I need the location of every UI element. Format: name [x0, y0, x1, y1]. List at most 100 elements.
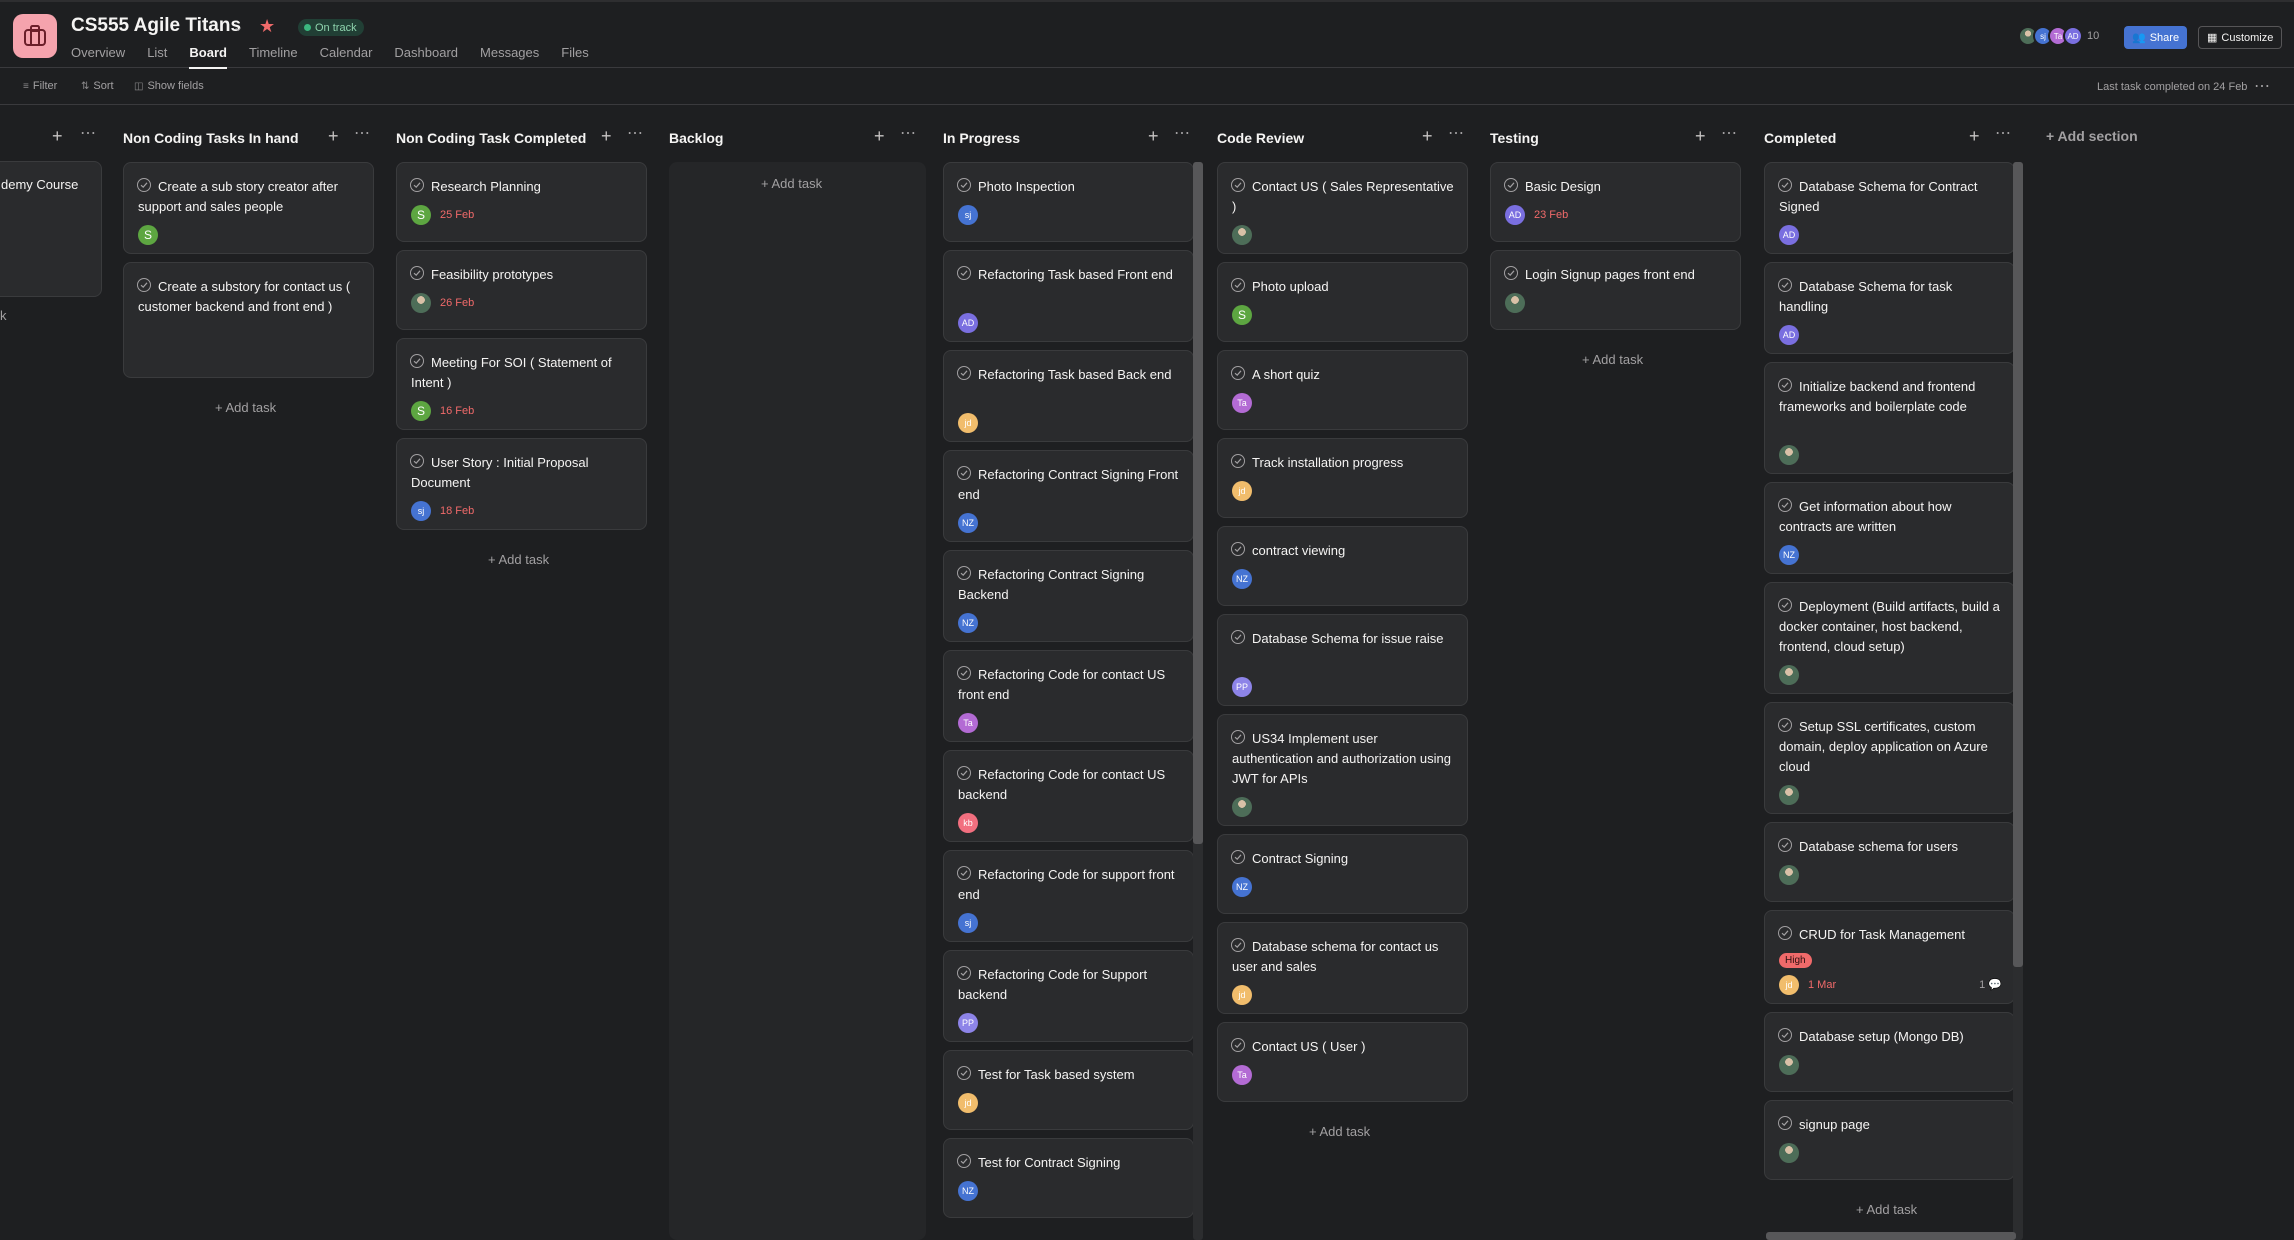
tab-overview[interactable]: Overview: [71, 45, 125, 69]
task-card[interactable]: Database schema for users: [1764, 822, 2015, 902]
more-options-icon[interactable]: ⋯: [2254, 76, 2271, 96]
task-card[interactable]: Research Planning S 25 Feb: [396, 162, 647, 242]
avatar[interactable]: [1779, 785, 1799, 805]
task-card[interactable]: Setup SSL certificates, custom domain, d…: [1764, 702, 2015, 814]
task-card[interactable]: Refactoring Task based Back end jd: [943, 350, 1194, 442]
column-header[interactable]: In Progress: [943, 128, 1020, 148]
column-header[interactable]: Backlog: [669, 128, 723, 148]
avatar[interactable]: NZ: [958, 1181, 978, 1201]
task-card[interactable]: Refactoring Code for contact US backend k…: [943, 750, 1194, 842]
task-card[interactable]: Refactoring Code for Support backend PP: [943, 950, 1194, 1042]
task-card[interactable]: signup page: [1764, 1100, 2015, 1180]
avatar[interactable]: jd: [1232, 481, 1252, 501]
avatar[interactable]: NZ: [1232, 877, 1252, 897]
avatar[interactable]: jd: [958, 1093, 978, 1113]
due-date[interactable]: 1 Mar: [1808, 979, 1836, 991]
avatar[interactable]: [1779, 445, 1799, 465]
comment-count[interactable]: 1 💬: [1979, 978, 2002, 991]
project-title[interactable]: CS555 Agile Titans: [71, 15, 241, 37]
avatar[interactable]: S: [411, 205, 431, 225]
tab-list[interactable]: List: [147, 45, 167, 69]
add-card-icon[interactable]: +: [1422, 126, 1433, 146]
task-card[interactable]: Refactoring Contract Signing Backend NZ: [943, 550, 1194, 642]
column-title[interactable]: In Progress: [943, 130, 1020, 146]
add-card-icon[interactable]: +: [328, 126, 339, 146]
task-card[interactable]: Database Schema for issue raise PP: [1217, 614, 1468, 706]
due-date[interactable]: 26 Feb: [440, 297, 474, 309]
task-card[interactable]: Track installation progress jd: [1217, 438, 1468, 518]
avatar[interactable]: AD: [1505, 205, 1525, 225]
column-header[interactable]: Completed: [1764, 128, 1836, 148]
avatar[interactable]: Ta: [1232, 1065, 1252, 1085]
avatar[interactable]: AD: [1779, 325, 1799, 345]
task-card[interactable]: Initialize backend and frontend framewor…: [1764, 362, 2015, 474]
avatar[interactable]: sj: [958, 205, 978, 225]
task-card[interactable]: User Story : Initial Proposal Document sj…: [396, 438, 647, 530]
tab-board[interactable]: Board: [189, 45, 227, 69]
tab-calendar[interactable]: Calendar: [320, 45, 373, 69]
column-menu-icon[interactable]: ⋯: [1448, 124, 1465, 144]
task-card[interactable]: A short quiz Ta: [1217, 350, 1468, 430]
column-title[interactable]: Code Review: [1217, 130, 1304, 146]
share-button[interactable]: 👥 Share: [2124, 26, 2188, 49]
add-card-icon[interactable]: +: [601, 126, 612, 146]
avatar[interactable]: jd: [1232, 985, 1252, 1005]
chevron-down-icon[interactable]: ⌄: [233, 20, 249, 34]
task-card[interactable]: Database Schema for task handling AD: [1764, 262, 2015, 354]
task-card[interactable]: Database Schema for Contract Signed AD: [1764, 162, 2015, 254]
task-card[interactable]: Refactoring Task based Front end AD: [943, 250, 1194, 342]
task-card[interactable]: Test for Contract Signing NZ: [943, 1138, 1194, 1218]
avatar[interactable]: AD: [958, 313, 978, 333]
task-card[interactable]: Database schema for contact us user and …: [1217, 922, 1468, 1014]
avatar[interactable]: NZ: [958, 513, 978, 533]
avatar[interactable]: [411, 293, 431, 313]
task-card[interactable]: CRUD for Task Management High jd 1 Mar 1 💬: [1764, 910, 2015, 1004]
star-icon[interactable]: ★: [259, 16, 275, 36]
tab-files[interactable]: Files: [561, 45, 588, 69]
task-card[interactable]: Refactoring Contract Signing Front end NZ: [943, 450, 1194, 542]
column-header[interactable]: Non Coding Task Completed: [396, 128, 586, 148]
column-title[interactable]: Completed: [1764, 130, 1836, 146]
add-task-button[interactable]: + Add task: [488, 552, 549, 567]
column-menu-icon[interactable]: ⋯: [627, 124, 644, 144]
add-task-button[interactable]: k: [0, 308, 7, 323]
task-card[interactable]: Test for Task based system jd: [943, 1050, 1194, 1130]
avatar[interactable]: [1779, 1055, 1799, 1075]
avatar[interactable]: sj: [958, 913, 978, 933]
add-card-icon[interactable]: +: [1695, 126, 1706, 146]
add-card-icon[interactable]: +: [1148, 126, 1159, 146]
column-menu-icon[interactable]: ⋯: [1174, 124, 1191, 144]
avatar[interactable]: AD: [1779, 225, 1799, 245]
column-menu-icon[interactable]: ⋯: [354, 124, 371, 144]
add-card-icon[interactable]: +: [52, 126, 63, 146]
add-card-icon[interactable]: +: [1969, 126, 1980, 146]
avatar[interactable]: [1232, 797, 1252, 817]
member-avatars[interactable]: sj Ta AD 10: [2018, 26, 2099, 46]
add-task-button[interactable]: + Add task: [215, 400, 276, 415]
column-title[interactable]: Backlog: [669, 130, 723, 146]
task-card[interactable]: contract viewing NZ: [1217, 526, 1468, 606]
avatar[interactable]: [1232, 225, 1252, 245]
task-card[interactable]: US34 Implement user authentication and a…: [1217, 714, 1468, 826]
column-title[interactable]: Non Coding Tasks In hand: [123, 130, 299, 146]
tab-dashboard[interactable]: Dashboard: [394, 45, 458, 69]
task-card[interactable]: Basic Design AD 23 Feb: [1490, 162, 1741, 242]
due-date[interactable]: 25 Feb: [440, 209, 474, 221]
tab-messages[interactable]: Messages: [480, 45, 539, 69]
task-card[interactable]: Contract Signing NZ: [1217, 834, 1468, 914]
task-card[interactable]: Get information about how contracts are …: [1764, 482, 2015, 574]
task-card[interactable]: Database setup (Mongo DB): [1764, 1012, 2015, 1092]
backlog-drop-zone[interactable]: [669, 162, 926, 1240]
show-fields-button[interactable]: ◫ Show fields: [134, 80, 204, 92]
briefcase-icon[interactable]: [13, 14, 57, 58]
add-task-button[interactable]: + Add task: [1309, 1124, 1370, 1139]
avatar[interactable]: PP: [1232, 677, 1252, 697]
task-card[interactable]: Refactoring Code for support front end sj: [943, 850, 1194, 942]
column-header[interactable]: Code Review: [1217, 128, 1304, 148]
avatar[interactable]: Ta: [1232, 393, 1252, 413]
add-card-icon[interactable]: +: [874, 126, 885, 146]
task-card[interactable]: Login Signup pages front end: [1490, 250, 1741, 330]
task-card[interactable]: Photo Inspection sj: [943, 162, 1194, 242]
task-card[interactable]: Feasibility prototypes 26 Feb: [396, 250, 647, 330]
task-card[interactable]: Contact US ( User ) Ta: [1217, 1022, 1468, 1102]
